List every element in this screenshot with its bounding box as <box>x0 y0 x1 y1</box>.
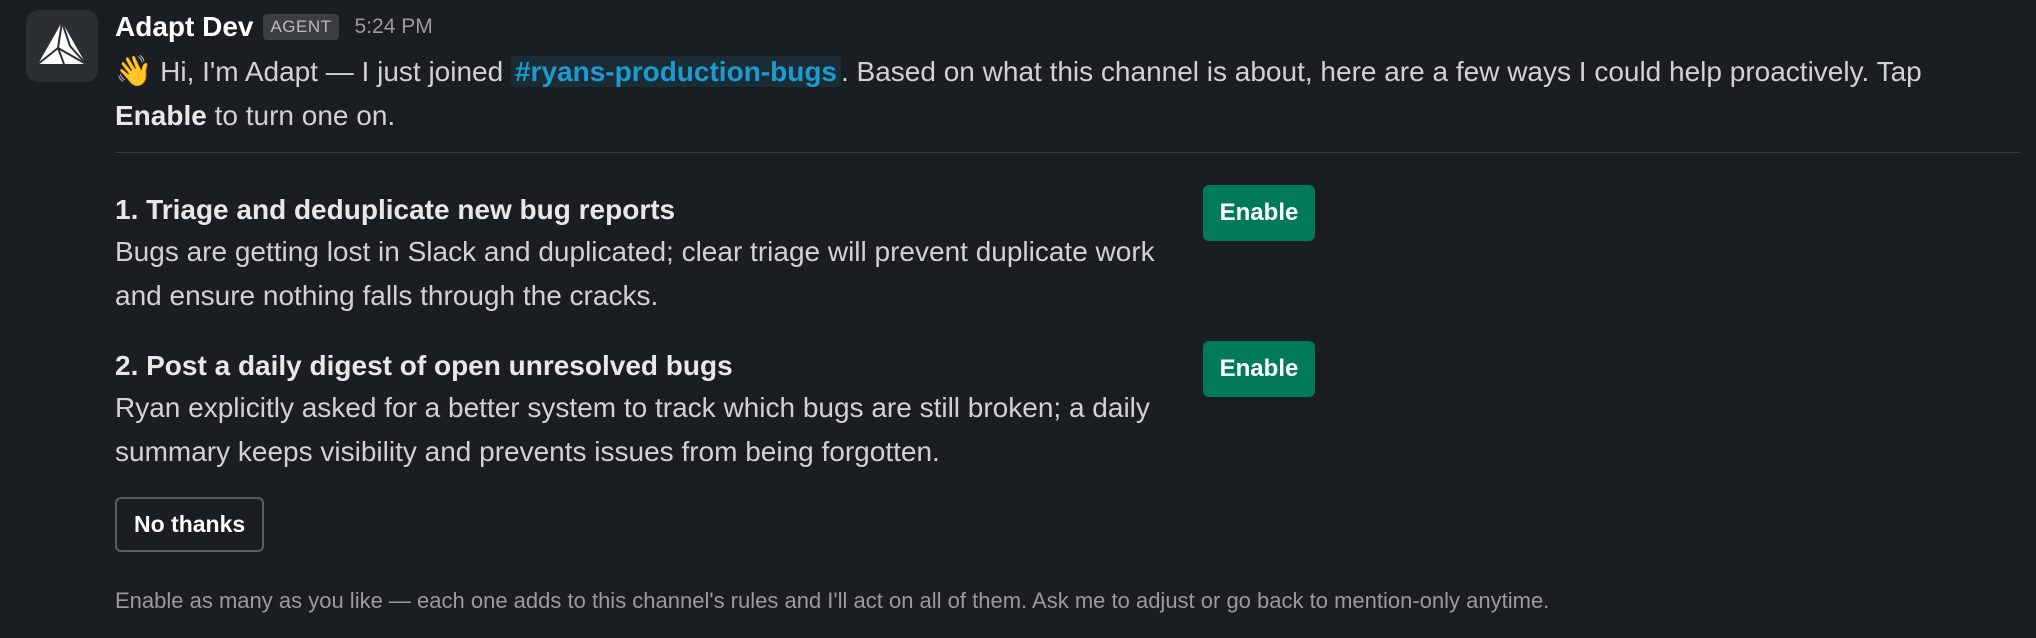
enable-button[interactable]: Enable <box>1203 341 1315 397</box>
option-description: Bugs are getting lost in Slack and dupli… <box>115 236 1155 311</box>
intro-text-part: . Based on what this channel is about, h… <box>841 56 1922 87</box>
intro-text: 👋 Hi, I'm Adapt — I just joined #ryans-p… <box>115 50 2020 138</box>
agent-badge: AGENT <box>263 14 339 40</box>
option-title: 2. Post a daily digest of open unresolve… <box>115 350 733 381</box>
option-title: 1. Triage and deduplicate new bug report… <box>115 194 676 225</box>
bot-message: Adapt Dev AGENT 5:24 PM 👋 Hi, I'm Adapt … <box>0 0 2036 638</box>
sender-name[interactable]: Adapt Dev <box>115 11 253 43</box>
waving-hand-icon: 👋 <box>115 54 153 89</box>
option-item: 1. Triage and deduplicate new bug report… <box>115 190 1235 318</box>
adapt-logo-icon[interactable] <box>26 10 98 82</box>
message-header: Adapt Dev AGENT 5:24 PM <box>115 8 433 46</box>
intro-text-part: to turn one on. <box>206 100 396 131</box>
channel-link[interactable]: #ryans-production-bugs <box>510 56 841 87</box>
intro-strong-word: Enable <box>115 100 207 131</box>
intro-text-part: Hi, I'm Adapt — I just joined <box>152 56 511 87</box>
option-item: 2. Post a daily digest of open unresolve… <box>115 346 1235 474</box>
no-thanks-button[interactable]: No thanks <box>115 497 265 552</box>
divider <box>115 152 2020 153</box>
enable-button[interactable]: Enable <box>1203 185 1315 241</box>
message-timestamp[interactable]: 5:24 PM <box>355 15 433 39</box>
footer-note: Enable as many as you like — each one ad… <box>115 588 1550 613</box>
option-description: Ryan explicitly asked for a better syste… <box>115 392 1150 467</box>
